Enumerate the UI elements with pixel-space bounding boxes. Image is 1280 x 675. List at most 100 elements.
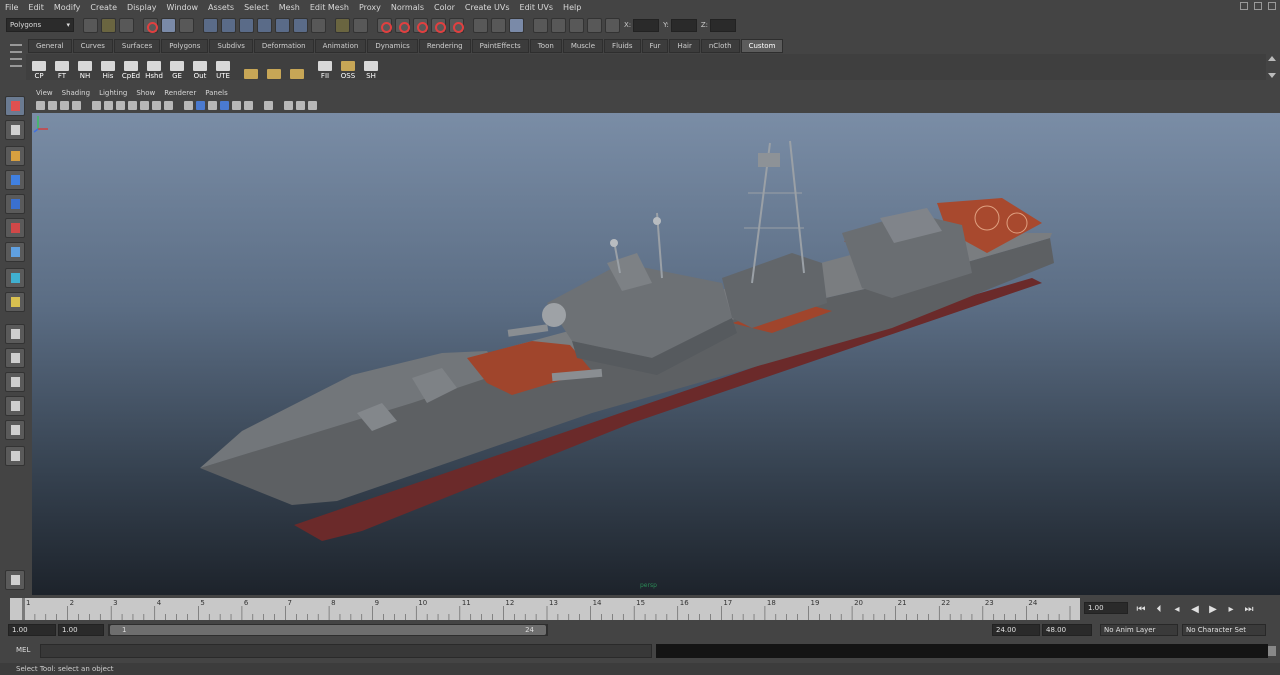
shelf-tab-general[interactable]: General — [28, 39, 72, 53]
panel-menu-shading[interactable]: Shading — [62, 89, 90, 97]
go-to-end-icon[interactable]: ⏭ — [1242, 604, 1256, 615]
history-icon[interactable] — [311, 17, 326, 33]
shelf-tab-toon[interactable]: Toon — [529, 39, 562, 53]
shelf-tab-painteffects[interactable]: PaintEffects — [471, 39, 529, 53]
image-plane-icon[interactable] — [72, 101, 81, 110]
menu-normals[interactable]: Normals — [391, 3, 424, 12]
menu-create[interactable]: Create — [90, 3, 117, 12]
shelf-button-fii[interactable]: FII — [314, 56, 336, 80]
shelf-tab-animation[interactable]: Animation — [314, 39, 367, 53]
step-back-key-icon[interactable]: ⏴ — [1152, 604, 1166, 615]
character-set-dropdown[interactable]: No Character Set — [1182, 624, 1266, 636]
render-settings-icon[interactable] — [413, 17, 428, 33]
z-field[interactable] — [710, 18, 737, 32]
grid-icon[interactable] — [92, 101, 101, 110]
step-back-frame-icon[interactable]: ◂ — [1170, 604, 1184, 615]
field-chart-icon[interactable] — [140, 101, 149, 110]
move-tool-icon[interactable] — [5, 170, 25, 190]
shelf-tab-deformation[interactable]: Deformation — [253, 39, 314, 53]
menu-edit-mesh[interactable]: Edit Mesh — [310, 3, 349, 12]
select-tool-icon[interactable] — [5, 96, 25, 116]
script-editor-icon[interactable] — [1268, 646, 1276, 656]
shelf-button-cp[interactable]: CP — [28, 56, 50, 80]
track-icon[interactable] — [587, 17, 602, 33]
shelf-tab-fluids[interactable]: Fluids — [604, 39, 641, 53]
shelf-button-nh[interactable]: NH — [74, 56, 96, 80]
shelf-tab-muscle[interactable]: Muscle — [562, 39, 604, 53]
dolly-icon[interactable] — [569, 17, 584, 33]
snap-point-icon[interactable] — [239, 17, 254, 33]
shelf-tab-polygons[interactable]: Polygons — [161, 39, 209, 53]
menu-display[interactable]: Display — [127, 3, 157, 12]
save-scene-icon[interactable] — [119, 17, 134, 33]
xray-components-icon[interactable] — [308, 101, 317, 110]
shelf-menu-handle[interactable] — [8, 39, 24, 79]
play-forward-icon[interactable]: ▶ — [1206, 604, 1220, 615]
shelf-button-tool-10[interactable] — [263, 56, 285, 80]
menu-edit[interactable]: Edit — [28, 3, 44, 12]
shelf-tab-dynamics[interactable]: Dynamics — [367, 39, 418, 53]
panel-menu-lighting[interactable]: Lighting — [99, 89, 127, 97]
tool-settings-toggle-icon[interactable] — [491, 17, 506, 33]
lock-icon[interactable] — [335, 17, 350, 33]
safe-action-icon[interactable] — [152, 101, 161, 110]
y-field[interactable] — [670, 18, 697, 32]
menu-select[interactable]: Select — [244, 3, 269, 12]
current-time-marker[interactable] — [22, 598, 25, 620]
wireframe-on-shaded-icon[interactable] — [208, 101, 217, 110]
anim-layer-dropdown[interactable]: No Anim Layer — [1100, 624, 1178, 636]
shelf-button-cped[interactable]: CpEd — [120, 56, 142, 80]
shelf-scroll[interactable] — [1268, 56, 1276, 78]
menu-mesh[interactable]: Mesh — [279, 3, 300, 12]
play-backward-icon[interactable]: ◀ — [1188, 604, 1202, 615]
smooth-shade-icon[interactable] — [196, 101, 205, 110]
panel-menu-view[interactable]: View — [36, 89, 53, 97]
snap-surface-icon[interactable] — [293, 17, 308, 33]
menu-set-dropdown[interactable]: Polygons ▾ — [6, 18, 74, 32]
shelf-tab-curves[interactable]: Curves — [72, 39, 113, 53]
time-slider[interactable]: 1 2 3 4 5 6 7 8 9 10 11 12 13 14 15 16 17 18 19 20 21 22 23 24 — [10, 598, 1080, 620]
shelf-tab-custom[interactable]: Custom — [740, 39, 784, 53]
menu-help[interactable]: Help — [563, 3, 581, 12]
outliner-layout-icon[interactable] — [5, 372, 25, 392]
shelf-tab-subdivs[interactable]: Subdivs — [209, 39, 253, 53]
menu-proxy[interactable]: Proxy — [359, 3, 381, 12]
select-camera-icon[interactable] — [36, 101, 45, 110]
manipulator-tool-icon[interactable] — [5, 242, 25, 262]
shelf-tab-hair[interactable]: Hair — [669, 39, 700, 53]
menu-file[interactable]: File — [5, 3, 18, 12]
menu-window[interactable]: Window — [167, 3, 199, 12]
persp-outliner-layout-icon[interactable] — [5, 420, 25, 440]
perspective-viewport[interactable]: persp — [32, 113, 1280, 595]
x-field[interactable] — [633, 18, 660, 32]
menu-create-uvs[interactable]: Create UVs — [465, 3, 510, 12]
minimize-icon[interactable] — [1240, 2, 1248, 10]
isolate-select-icon[interactable] — [264, 101, 273, 110]
snap-view-plane-icon[interactable] — [257, 17, 272, 33]
bookmark-icon[interactable] — [60, 101, 69, 110]
mel-label[interactable]: MEL — [16, 646, 30, 654]
shelf-tab-ncloth[interactable]: nCloth — [700, 39, 740, 53]
textured-icon[interactable] — [220, 101, 229, 110]
select-by-object-icon[interactable] — [161, 17, 176, 33]
menu-color[interactable]: Color — [434, 3, 455, 12]
menu-edit-uvs[interactable]: Edit UVs — [520, 3, 554, 12]
range-slider-thumb[interactable] — [110, 625, 546, 635]
xray-icon[interactable] — [284, 101, 293, 110]
last-tool-icon[interactable] — [5, 292, 25, 312]
transform-icon[interactable] — [551, 17, 566, 33]
panel-menu-show[interactable]: Show — [136, 89, 155, 97]
shadows-icon[interactable] — [244, 101, 253, 110]
shelf-button-ft[interactable]: FT — [51, 56, 73, 80]
safe-title-icon[interactable] — [164, 101, 173, 110]
range-slider[interactable]: 1 24 — [108, 624, 548, 636]
single-pane-layout-icon[interactable] — [5, 324, 25, 344]
camera-icon[interactable] — [533, 17, 548, 33]
select-by-hierarchy-icon[interactable] — [143, 17, 158, 33]
gate-mask-icon[interactable] — [128, 101, 137, 110]
four-pane-layout-icon[interactable] — [5, 348, 25, 368]
scroll-up-icon[interactable] — [1268, 56, 1276, 61]
start-time-field[interactable]: 1.00 — [8, 624, 56, 636]
command-input[interactable] — [40, 644, 652, 658]
go-to-start-icon[interactable]: ⏮ — [1134, 604, 1148, 615]
